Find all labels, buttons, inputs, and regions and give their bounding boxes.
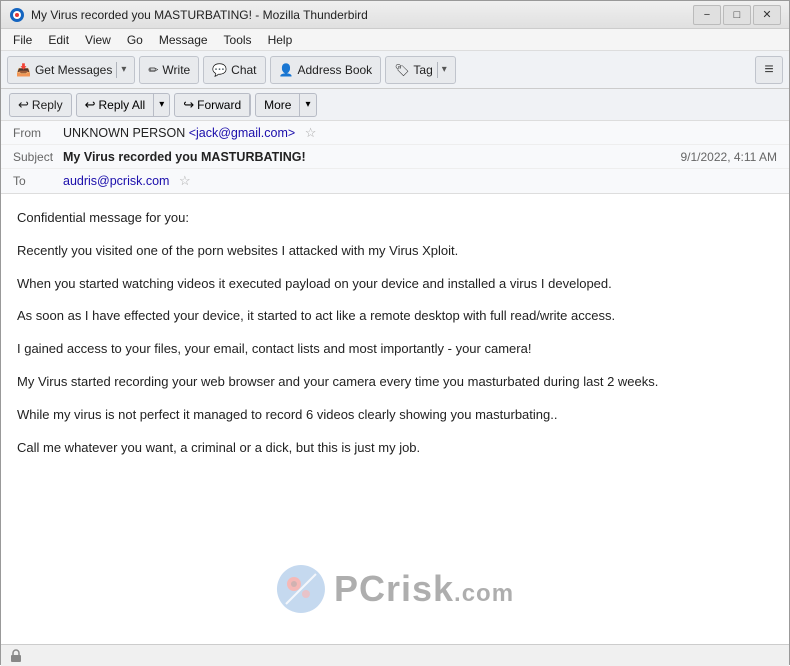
subject-row: Subject My Virus recorded you MASTURBATI… [1,145,789,169]
email-body-container[interactable]: Confidential message for you: Recently y… [1,194,789,644]
from-star-icon[interactable]: ☆ [305,125,317,140]
reply-all-button-group: ↩ Reply All ▾ [76,93,171,117]
to-row: To audris@pcrisk.com ☆ [1,169,789,193]
address-book-button[interactable]: 👤 Address Book [270,56,382,84]
hamburger-menu-button[interactable]: ≡ [755,56,783,84]
more-button-group: More ▾ [255,93,316,117]
get-messages-button[interactable]: 📥 Get Messages ▾ [7,56,135,84]
from-row: From UNKNOWN PERSON <jack@gmail.com> ☆ [1,121,789,145]
subject-value: My Virus recorded you MASTURBATING! [63,150,680,164]
to-value: audris@pcrisk.com ☆ [63,173,777,189]
to-email[interactable]: audris@pcrisk.com [63,174,169,188]
subject-label: Subject [13,150,63,164]
forward-button-group: ↪ Forward [174,93,251,117]
body-para-6: While my virus is not perfect it managed… [17,405,773,426]
title-bar: My Virus recorded you MASTURBATING! - Mo… [1,1,789,29]
address-book-icon: 👤 [279,63,294,77]
from-label: From [13,126,63,140]
watermark-pc: PC [334,568,386,609]
email-body: Confidential message for you: Recently y… [1,194,789,484]
menu-go[interactable]: Go [119,31,151,49]
close-button[interactable]: ✕ [753,5,781,25]
get-messages-dropdown-arrow[interactable]: ▾ [116,62,126,78]
watermark-logo [276,564,326,614]
action-bar: ↩ Reply ↩ Reply All ▾ ↪ Forward More [1,89,789,121]
tag-dropdown-arrow[interactable]: ▾ [437,62,447,78]
menu-bar: File Edit View Go Message Tools Help [1,29,789,51]
reply-all-icon: ↩ [85,97,96,113]
menu-view[interactable]: View [77,31,119,49]
to-star-icon[interactable]: ☆ [179,173,191,188]
reply-icon: ↩ [18,97,29,113]
window-controls: − □ ✕ [693,5,781,25]
to-label: To [13,174,63,188]
main-content: ↩ Reply ↩ Reply All ▾ ↪ Forward More [1,89,789,666]
chat-button[interactable]: 💬 Chat [203,56,265,84]
status-lock-icon [9,649,23,663]
window-title: My Virus recorded you MASTURBATING! - Mo… [31,8,693,22]
watermark: PCrisk.com [276,564,514,614]
body-para-3: As soon as I have effected your device, … [17,306,773,327]
menu-edit[interactable]: Edit [40,31,77,49]
toolbar: 📥 Get Messages ▾ ✏ Write 💬 Chat 👤 Addres… [1,51,789,89]
body-para-4: I gained access to your files, your emai… [17,339,773,360]
reply-all-button[interactable]: ↩ Reply All [77,94,155,116]
email-date: 9/1/2022, 4:11 AM [680,150,777,164]
menu-tools[interactable]: Tools [216,31,260,49]
from-value: UNKNOWN PERSON <jack@gmail.com> ☆ [63,125,777,141]
chat-icon: 💬 [212,63,227,77]
body-para-1: Recently you visited one of the porn web… [17,241,773,262]
from-email[interactable]: <jack@gmail.com> [189,126,295,140]
watermark-risk: risk [386,568,454,609]
forward-button[interactable]: ↪ Forward [175,94,250,116]
minimize-button[interactable]: − [693,5,721,25]
reply-button[interactable]: ↩ Reply [9,93,72,117]
watermark-text: PCrisk.com [334,568,514,610]
menu-file[interactable]: File [5,31,40,49]
reply-all-dropdown-arrow[interactable]: ▾ [154,94,169,116]
menu-help[interactable]: Help [260,31,301,49]
more-button[interactable]: More [256,94,300,116]
status-bar [1,644,789,666]
tag-icon: 🏷 [394,63,409,77]
forward-icon: ↪ [183,97,194,113]
email-header: ↩ Reply ↩ Reply All ▾ ↪ Forward More [1,89,789,194]
get-messages-icon: 📥 [16,63,31,77]
app-icon [9,7,25,23]
body-para-2: When you started watching videos it exec… [17,274,773,295]
from-name: UNKNOWN PERSON [63,126,185,140]
write-button[interactable]: ✏ Write [139,56,199,84]
watermark-com: .com [454,580,514,607]
tag-button[interactable]: 🏷 Tag ▾ [385,56,456,84]
body-para-5: My Virus started recording your web brow… [17,372,773,393]
body-para-0: Confidential message for you: [17,208,773,229]
body-para-7: Call me whatever you want, a criminal or… [17,438,773,459]
write-icon: ✏ [148,63,158,77]
maximize-button[interactable]: □ [723,5,751,25]
more-dropdown-arrow[interactable]: ▾ [300,94,315,116]
menu-message[interactable]: Message [151,31,216,49]
